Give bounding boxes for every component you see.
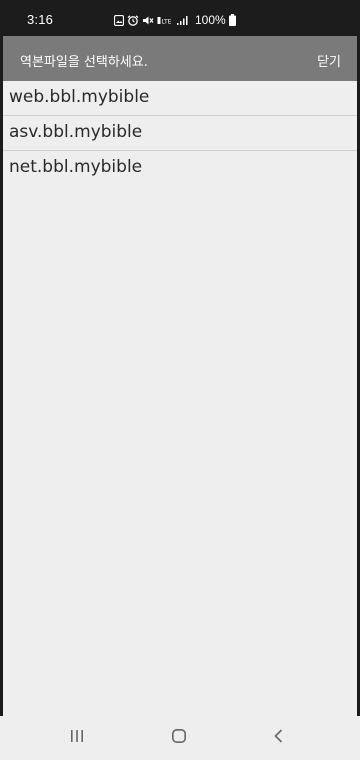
file-name: net.bbl.mybible — [9, 157, 143, 177]
alarm-icon — [127, 14, 139, 26]
mute-icon — [142, 15, 154, 26]
file-name: asv.bbl.mybible — [9, 122, 143, 142]
file-select-dialog: 역본파일을 선택하세요. 닫기 web.bbl.mybible asv.bbl.… — [3, 36, 357, 716]
dialog-header: 역본파일을 선택하세요. 닫기 — [3, 36, 357, 81]
photo-icon — [114, 14, 124, 26]
list-item[interactable]: web.bbl.mybible — [3, 81, 357, 116]
status-bar: 3:16 LTE 100% — [0, 0, 360, 36]
battery-percent: 100% — [195, 13, 226, 27]
status-time: 3:16 — [27, 12, 54, 27]
battery-icon — [228, 14, 236, 26]
list-item[interactable]: asv.bbl.mybible — [3, 116, 357, 151]
navigation-bar — [0, 716, 360, 760]
close-button[interactable]: 닫기 — [315, 47, 343, 74]
volte-icon: LTE — [157, 15, 173, 26]
file-name: web.bbl.mybible — [9, 87, 150, 107]
dialog-title: 역본파일을 선택하세요. — [20, 55, 148, 70]
recents-button[interactable] — [65, 728, 89, 748]
back-icon — [271, 728, 287, 748]
home-button[interactable] — [167, 728, 191, 748]
status-icons: LTE 100% — [114, 12, 236, 28]
recents-icon — [69, 728, 85, 748]
back-button[interactable] — [267, 728, 291, 748]
signal-icon — [176, 15, 188, 26]
home-icon — [171, 728, 187, 748]
svg-text:LTE: LTE — [162, 18, 172, 25]
list-item[interactable]: net.bbl.mybible — [3, 151, 357, 185]
file-list: web.bbl.mybible asv.bbl.mybible net.bbl.… — [3, 81, 357, 185]
